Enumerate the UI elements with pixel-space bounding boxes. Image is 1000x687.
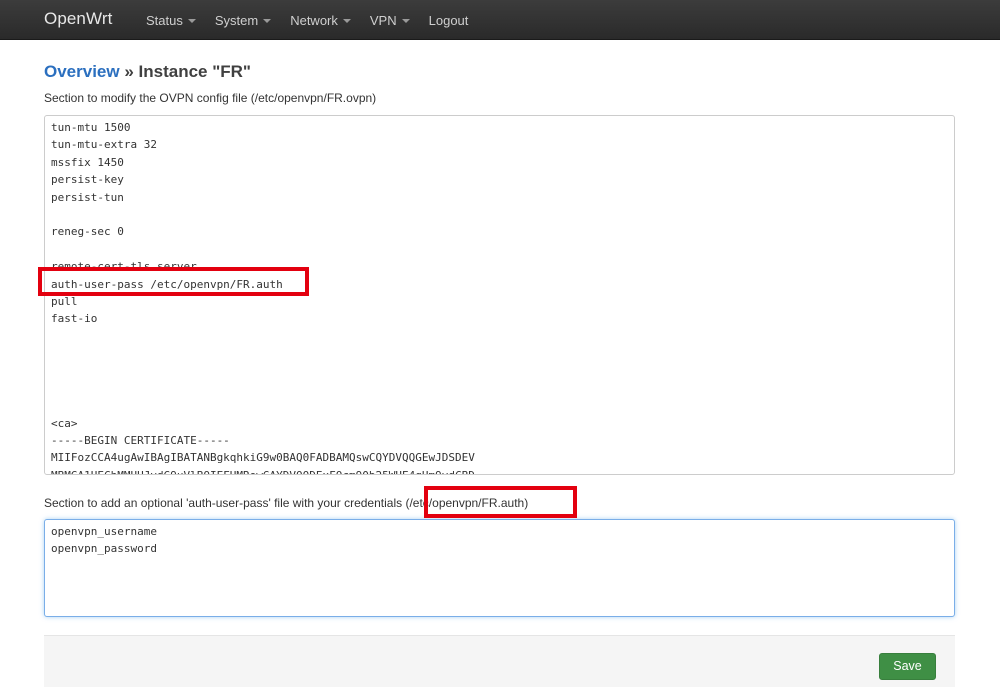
config-line: mssfix 1450 — [51, 155, 124, 169]
config-line: remote-cert-tls server — [51, 260, 197, 274]
auth-description-text: Section to add an optional 'auth-user-pa… — [44, 496, 403, 510]
menu-network-label: Network — [290, 12, 338, 28]
auth-credentials-textarea[interactable]: openvpn_username openvpn_password — [44, 519, 955, 617]
config-line: pull — [51, 294, 78, 308]
top-navbar: OpenWrt Status System Network VPN Logout — [0, 0, 1000, 40]
instance-title: Instance "FR" — [138, 62, 251, 81]
config-line: MBMGA1UEChMMUHJvdG9uVlBOIEFHMRowGAYDVQQD… — [51, 467, 948, 474]
menu-logout-label: Logout — [428, 12, 469, 28]
save-button[interactable]: Save — [879, 653, 936, 680]
config-line — [51, 345, 948, 362]
config-line: reneg-sec 0 — [51, 225, 124, 239]
caret-down-icon — [263, 18, 272, 23]
config-line: persist-key — [51, 173, 124, 187]
config-line: -----BEGIN CERTIFICATE----- — [51, 434, 230, 448]
config-line: persist-tun — [51, 190, 124, 204]
config-line — [51, 397, 948, 414]
breadcrumb-separator: » — [119, 62, 139, 81]
config-line — [51, 362, 948, 379]
menu-system-label: System — [214, 12, 259, 28]
caret-down-icon — [342, 18, 351, 23]
brand-logo[interactable]: OpenWrt — [44, 9, 112, 29]
config-section-description: Section to modify the OVPN config file (… — [44, 91, 377, 105]
main-menu: Status System Network VPN Logout — [146, 0, 487, 40]
config-line: tun-mtu-extra 32 — [51, 138, 157, 152]
config-line: MIIFozCCA4ugAwIBAgIBATANBgkqhkiG9w0BAQ0F… — [51, 451, 475, 465]
menu-logout[interactable]: Logout — [429, 13, 469, 28]
menu-network[interactable]: Network — [290, 13, 351, 28]
config-line: fast-io — [51, 312, 98, 326]
config-line — [51, 380, 948, 397]
config-line: <ca> — [51, 416, 78, 430]
breadcrumb-overview-link[interactable]: Overview — [44, 62, 120, 81]
menu-vpn-label: VPN — [369, 12, 397, 28]
credential-line: openvpn_password — [51, 542, 157, 556]
config-line: tun-mtu 1500 — [51, 121, 131, 134]
auth-section-description: Section to add an optional 'auth-user-pa… — [44, 496, 528, 510]
menu-status-label: Status — [146, 12, 183, 28]
config-line — [51, 206, 948, 223]
config-line — [51, 241, 948, 258]
page-title: Overview » Instance "FR" — [44, 62, 251, 82]
ovpn-config-textarea[interactable]: tun-mtu 1500 tun-mtu-extra 32 mssfix 1450 p… — [44, 115, 955, 475]
caret-down-icon — [401, 18, 410, 23]
menu-system[interactable]: System — [214, 12, 272, 28]
menu-status[interactable]: Status — [146, 13, 196, 28]
config-line: auth-user-pass /etc/openvpn/FR.auth — [51, 277, 283, 291]
credential-line: openvpn_username — [51, 525, 157, 538]
form-actions-bar: Save — [44, 635, 955, 687]
config-line — [51, 328, 948, 345]
caret-down-icon — [187, 18, 196, 23]
auth-file-path: (/etc/openvpn/FR.auth) — [405, 496, 529, 510]
menu-vpn[interactable]: VPN — [370, 13, 410, 28]
